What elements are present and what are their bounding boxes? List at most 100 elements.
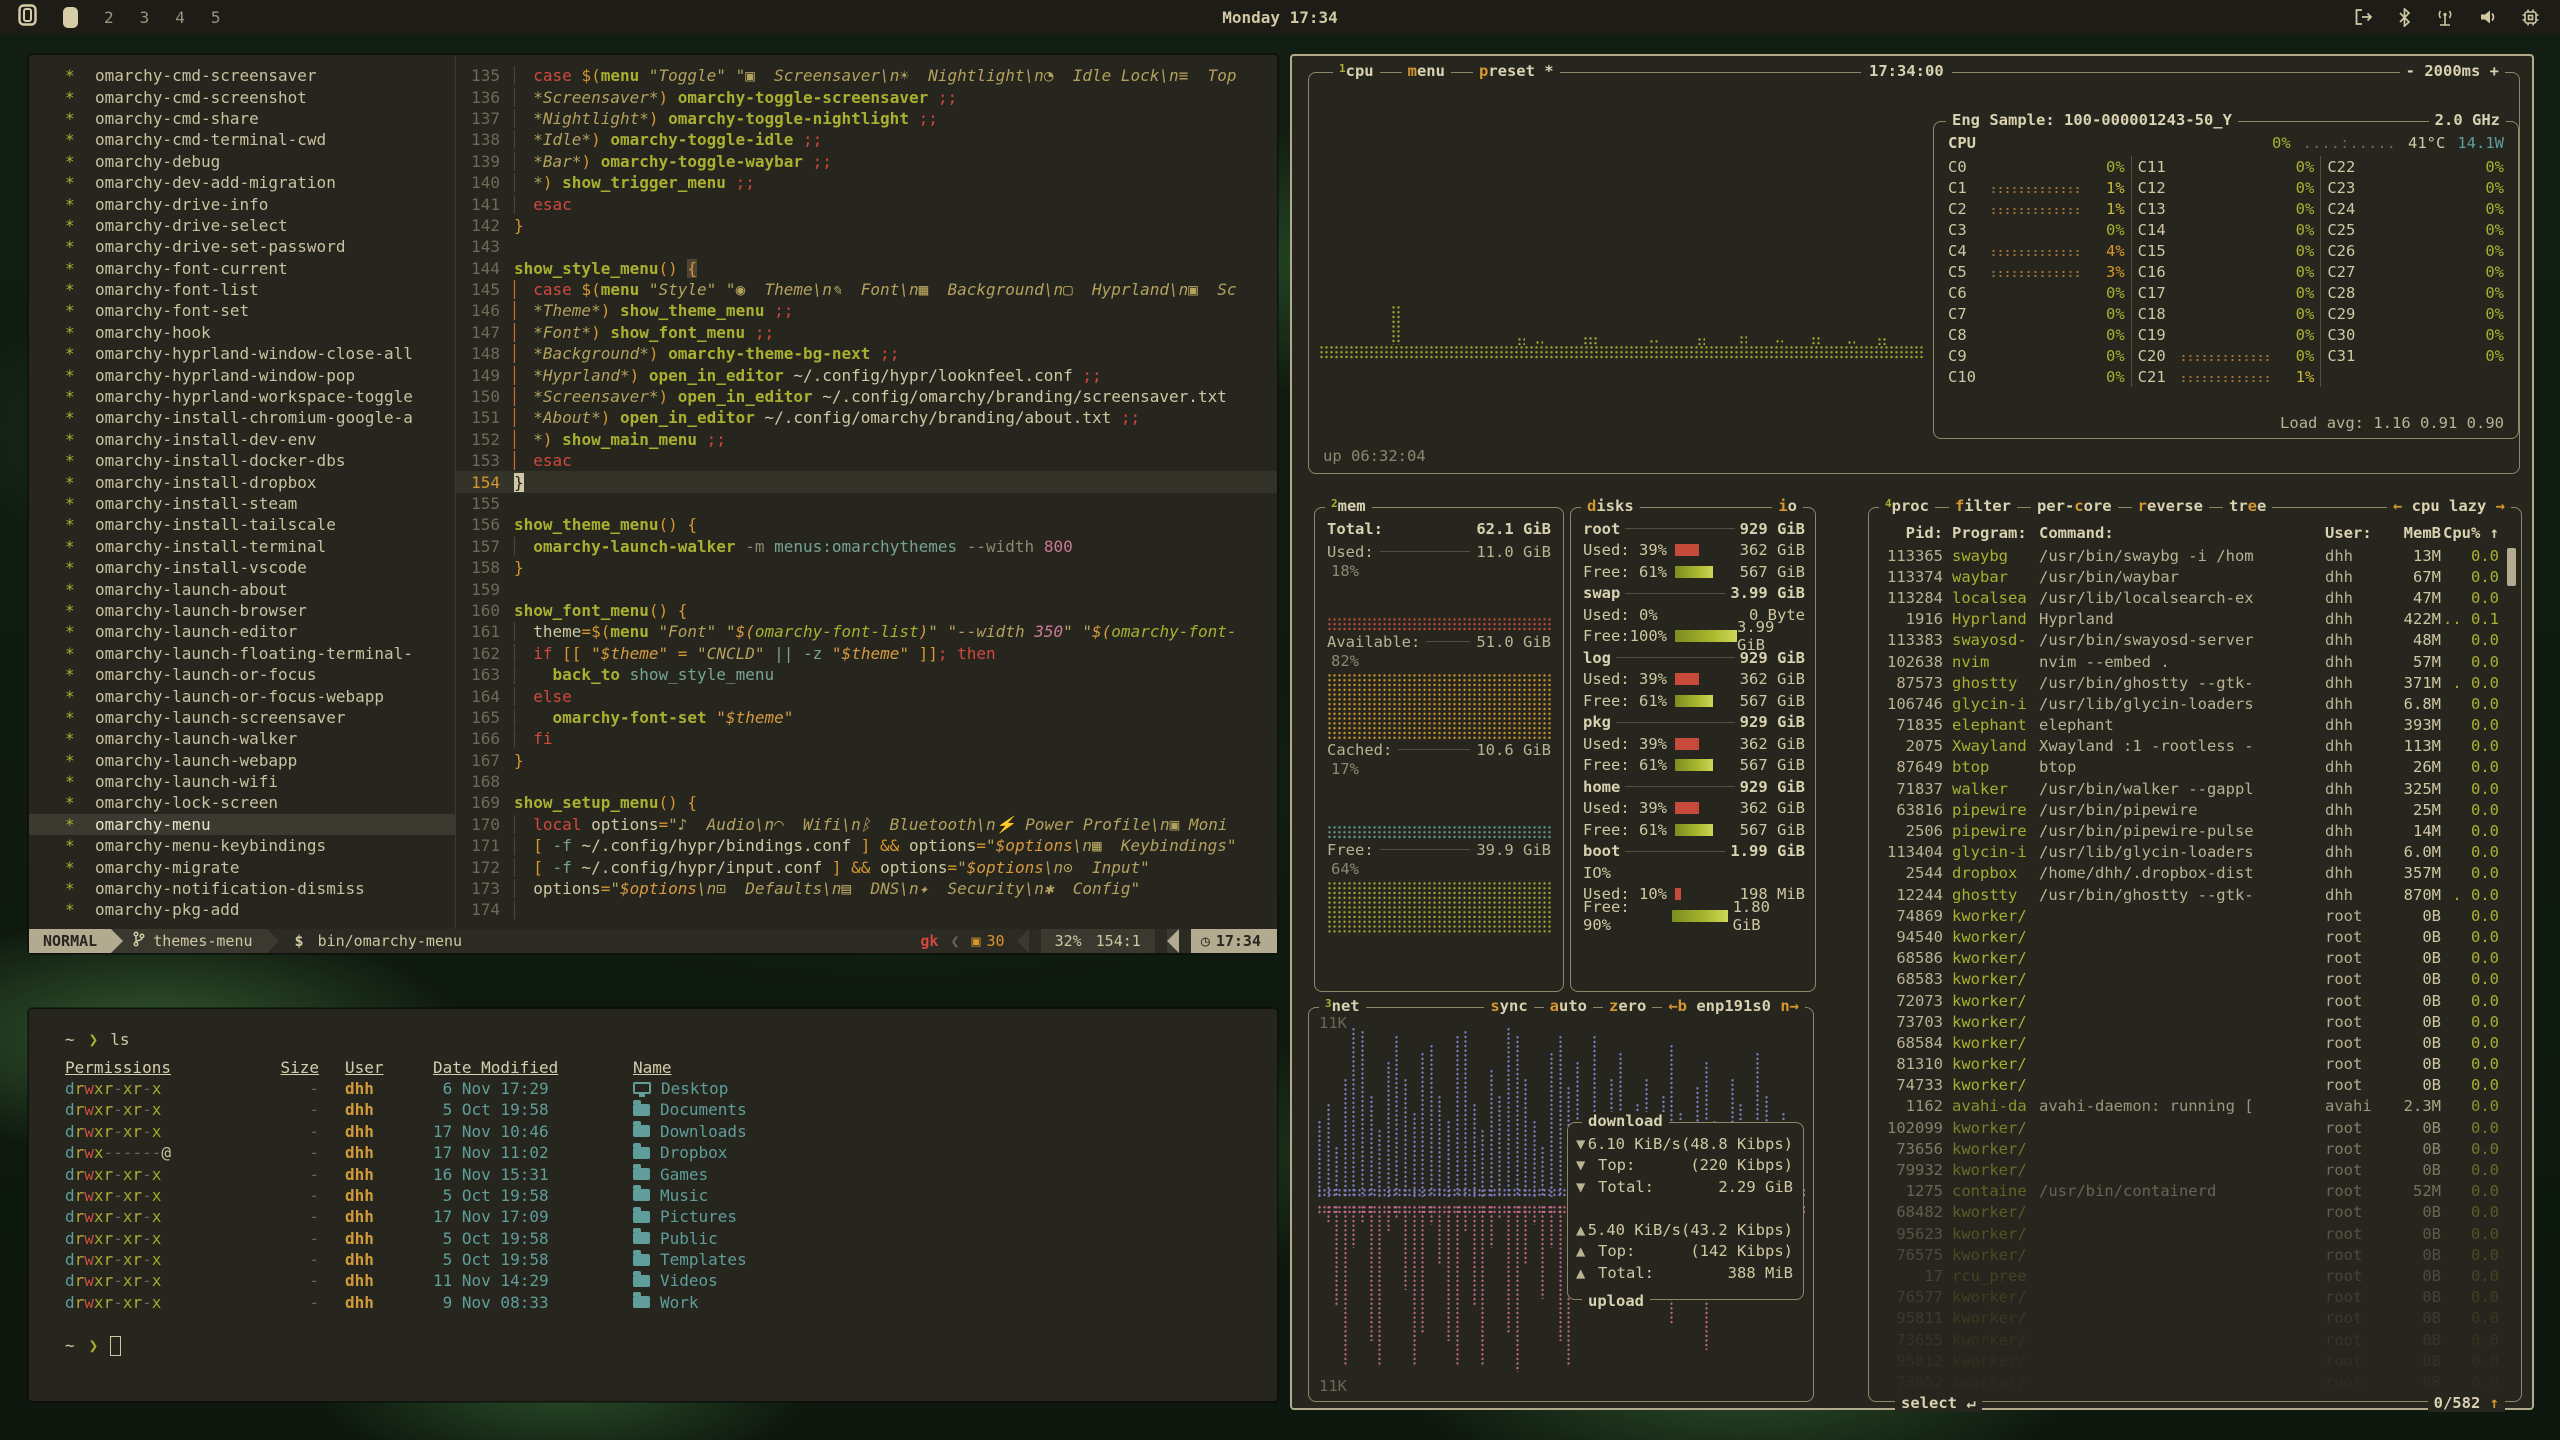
tree-item-omarchy-install-vscode[interactable]: *omarchy-install-vscode (65, 557, 455, 578)
tree-item-omarchy-launch-screensaver[interactable]: *omarchy-launch-screensaver (65, 707, 455, 728)
process-row[interactable]: 74733kworker/root0B0.0 (1879, 1075, 2499, 1096)
process-row[interactable]: 95623kworker/root0B0.0 (1879, 1223, 2499, 1244)
tree-item-omarchy-cmd-screensaver[interactable]: *omarchy-cmd-screensaver (65, 65, 455, 86)
process-row[interactable]: 79932kworker/root0B0.0 (1879, 1159, 2499, 1180)
tree-item-omarchy-install-tailscale[interactable]: *omarchy-install-tailscale (65, 514, 455, 535)
tree-item-omarchy-launch-editor[interactable]: *omarchy-launch-editor (65, 621, 455, 642)
reverse-button[interactable]: reverse (2132, 497, 2209, 515)
process-row[interactable]: 76575kworker/root0B0.0 (1879, 1244, 2499, 1265)
auto-button[interactable]: auto (1544, 997, 1593, 1015)
process-header-row[interactable]: Pid:Program:Command:User:MemBCpu% ↑ (1879, 522, 2499, 543)
process-row[interactable]: 71835elephantelephantdhh393M0.0 (1879, 715, 2499, 736)
tree-item-omarchy-hyprland-window-close-all[interactable]: *omarchy-hyprland-window-close-all (65, 343, 455, 364)
column-header[interactable]: Program: (1943, 524, 2035, 542)
tree-item-omarchy-cmd-terminal-cwd[interactable]: *omarchy-cmd-terminal-cwd (65, 129, 455, 150)
code-area[interactable]: 135▏ case $(menu "Toggle" "▣ Screensaver… (456, 55, 1277, 929)
process-row[interactable]: 95811kworker/root0B0.0 (1879, 1308, 2499, 1329)
tree-item-omarchy-debug[interactable]: *omarchy-debug (65, 151, 455, 172)
process-row[interactable]: 72073kworker/root0B0.0 (1879, 990, 2499, 1011)
tree-item-omarchy-dev-add-migration[interactable]: *omarchy-dev-add-migration (65, 172, 455, 193)
process-row[interactable]: 2075XwaylandXwayland :1 -rootless -dhh11… (1879, 736, 2499, 757)
net-panel-title[interactable]: 3net (1319, 997, 1366, 1015)
process-row[interactable]: 1162avahi-daavahi-daemon: running [avahi… (1879, 1096, 2499, 1117)
process-row[interactable]: 2544dropbox/home/dhh/.dropbox-distdhh357… (1879, 863, 2499, 884)
process-row[interactable]: 68584kworker/root0B0.0 (1879, 1032, 2499, 1053)
tree-item-omarchy-drive-select[interactable]: *omarchy-drive-select (65, 215, 455, 236)
process-row[interactable]: 63816pipewire/usr/bin/pipewiredhh25M0.0 (1879, 799, 2499, 820)
tree-item-omarchy-install-docker-dbs[interactable]: *omarchy-install-docker-dbs (65, 450, 455, 471)
process-row[interactable]: 12244ghostty/usr/bin/ghostty --gtk-dhh87… (1879, 884, 2499, 905)
tree-item-omarchy-launch-wifi[interactable]: *omarchy-launch-wifi (65, 771, 455, 792)
tree-item-omarchy-hyprland-workspace-toggle[interactable]: *omarchy-hyprland-workspace-toggle (65, 386, 455, 407)
tree-item-omarchy-launch-browser[interactable]: *omarchy-launch-browser (65, 600, 455, 621)
process-row[interactable]: 17rcu_preeroot0B0.0 (1879, 1265, 2499, 1286)
process-row[interactable]: 113383swayosd-/usr/bin/swayosd-serverdhh… (1879, 630, 2499, 651)
process-row[interactable]: 2506pipewire/usr/bin/pipewire-pulsedhh14… (1879, 820, 2499, 841)
prompt-line[interactable]: ~ ❯ (65, 1335, 1277, 1356)
mem-panel-title[interactable]: 2mem (1325, 497, 1372, 515)
scrollbar-thumb[interactable] (2507, 548, 2516, 586)
tree-item-omarchy-launch-about[interactable]: *omarchy-launch-about (65, 578, 455, 599)
tree-item-omarchy-drive-set-password[interactable]: *omarchy-drive-set-password (65, 236, 455, 257)
tree-item-omarchy-font-list[interactable]: *omarchy-font-list (65, 279, 455, 300)
tree-item-omarchy-launch-or-focus-webapp[interactable]: *omarchy-launch-or-focus-webapp (65, 685, 455, 706)
process-row[interactable]: 113365swaybg/usr/bin/swaybg -i /homdhh13… (1879, 545, 2499, 566)
process-row[interactable]: 102638nvimnvim --embed .dhh57M0.0 (1879, 651, 2499, 672)
process-row[interactable]: 71837walker/usr/bin/walker --gappldhh325… (1879, 778, 2499, 799)
tree-item-omarchy-pkg-add[interactable]: *omarchy-pkg-add (65, 899, 455, 920)
column-header[interactable]: MemB (2381, 524, 2441, 542)
process-row[interactable]: 73655kworker/root0B0.0 (1879, 1329, 2499, 1350)
process-row[interactable]: 1275containe/usr/bin/containerdroot52M0.… (1879, 1181, 2499, 1202)
tree-item-omarchy-launch-floating-terminal-[interactable]: *omarchy-launch-floating-terminal- (65, 643, 455, 664)
tree-item-omarchy-launch-webapp[interactable]: *omarchy-launch-webapp (65, 750, 455, 771)
column-header[interactable]: Pid: (1879, 524, 1943, 542)
tree-item-omarchy-launch-walker[interactable]: *omarchy-launch-walker (65, 728, 455, 749)
tree-item-omarchy-hyprland-window-pop[interactable]: *omarchy-hyprland-window-pop (65, 364, 455, 385)
tree-item-omarchy-install-chromium-google-a[interactable]: *omarchy-install-chromium-google-a (65, 407, 455, 428)
process-row[interactable]: 87649btopbtopdhh26M0.0 (1879, 757, 2499, 778)
io-tab[interactable]: io (1772, 497, 1803, 515)
proc-panel-title[interactable]: 4proc (1879, 497, 1935, 515)
process-row[interactable]: 106746glycin-i/usr/lib/glycin-loadersdhh… (1879, 693, 2499, 714)
process-row[interactable]: 113284localsea/usr/lib/localsearch-exdhh… (1879, 587, 2499, 608)
process-row[interactable]: 113404glycin-i/usr/lib/glycin-loadersdhh… (1879, 842, 2499, 863)
cpu-panel-title[interactable]: 1cpu (1333, 62, 1380, 80)
process-row[interactable]: 81310kworker/root0B0.0 (1879, 1054, 2499, 1075)
filter-button[interactable]: filter (1949, 497, 2017, 515)
column-header[interactable]: Cpu% ↑ (2441, 524, 2499, 542)
tree-item-omarchy-font-current[interactable]: *omarchy-font-current (65, 258, 455, 279)
tree-item-omarchy-hook[interactable]: *omarchy-hook (65, 322, 455, 343)
process-row[interactable]: 87573ghostty/usr/bin/ghostty --gtk-dhh37… (1879, 672, 2499, 693)
process-row[interactable]: 102099kworker/root0B0.0 (1879, 1117, 2499, 1138)
process-row[interactable]: 73656kworker/root0B0.0 (1879, 1138, 2499, 1159)
tree-item-omarchy-launch-or-focus[interactable]: *omarchy-launch-or-focus (65, 664, 455, 685)
menu-button[interactable]: menu (1402, 62, 1451, 80)
interface-selector[interactable]: ←b enp191s0 n→ (1662, 997, 1805, 1015)
per-core-button[interactable]: per-core (2031, 497, 2118, 515)
tree-item-omarchy-font-set[interactable]: *omarchy-font-set (65, 300, 455, 321)
tree-item-omarchy-drive-info[interactable]: *omarchy-drive-info (65, 193, 455, 214)
process-row[interactable]: 68586kworker/root0B0.0 (1879, 948, 2499, 969)
tree-item-omarchy-cmd-share[interactable]: *omarchy-cmd-share (65, 108, 455, 129)
process-row[interactable]: 74869kworker/root0B0.0 (1879, 905, 2499, 926)
process-row[interactable]: 76577kworker/root0B0.0 (1879, 1287, 2499, 1308)
sort-column-selector[interactable]: ← cpu lazy → (2387, 497, 2511, 515)
tree-item-omarchy-menu-keybindings[interactable]: *omarchy-menu-keybindings (65, 835, 455, 856)
process-row[interactable]: 95812kworker/root0B0.0 (1879, 1350, 2499, 1371)
tree-item-omarchy-notification-dismiss[interactable]: *omarchy-notification-dismiss (65, 878, 455, 899)
process-row[interactable]: 68482kworker/root0B0.0 (1879, 1202, 2499, 1223)
tree-button[interactable]: tree (2223, 497, 2272, 515)
tree-item-omarchy-cmd-screenshot[interactable]: *omarchy-cmd-screenshot (65, 86, 455, 107)
process-row[interactable]: 73652kworker/root0B0.0 (1879, 1371, 2499, 1392)
tree-item-omarchy-lock-screen[interactable]: *omarchy-lock-screen (65, 792, 455, 813)
process-row[interactable]: 94540kworker/root0B0.0 (1879, 926, 2499, 947)
tree-item-omarchy-menu[interactable]: *omarchy-menu (29, 814, 456, 835)
process-row[interactable]: 113374waybar/usr/bin/waybardhh67M0.0 (1879, 566, 2499, 587)
tree-item-omarchy-migrate[interactable]: *omarchy-migrate (65, 856, 455, 877)
column-header[interactable]: Command: (2035, 524, 2325, 542)
process-row[interactable]: 73703kworker/root0B0.0 (1879, 1011, 2499, 1032)
tree-item-omarchy-install-dropbox[interactable]: *omarchy-install-dropbox (65, 471, 455, 492)
zero-button[interactable]: zero (1603, 997, 1652, 1015)
sync-button[interactable]: sync (1484, 997, 1533, 1015)
preset-button[interactable]: preset * (1473, 62, 1560, 80)
